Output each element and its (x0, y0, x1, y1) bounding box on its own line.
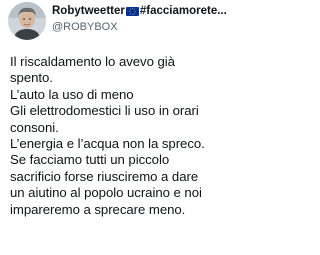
tweet-line: consoni. (10, 119, 59, 135)
avatar[interactable] (8, 2, 46, 40)
author-display-name[interactable]: Robytweetter (52, 4, 125, 19)
eu-flag-icon (125, 7, 139, 16)
tweet-line: impareremo a sprecare meno. (10, 201, 186, 217)
tweet-header: Robytweetter #facciamorete... @ROBYBOX (52, 4, 248, 35)
author-handle[interactable]: @ROBYBOX (52, 20, 248, 35)
tweet-line: L’auto la uso di meno (10, 86, 134, 102)
tweet-line: Se facciamo tutti un piccolo (10, 152, 170, 168)
tweet-line: un aiutino al popolo ucraino e noi (10, 185, 202, 201)
tweet: Robytweetter #facciamorete... @ROBYBOX I… (0, 0, 250, 255)
tweet-line: L’energia e l’acqua non la spreco. (10, 136, 205, 152)
author-name-row[interactable]: Robytweetter #facciamorete... (52, 4, 248, 19)
tweet-line: spento. (10, 70, 53, 86)
tweet-line: Il riscaldamento lo avevo già (10, 54, 175, 69)
tweet-line: Gli elettrodomestici li uso in orari (10, 103, 199, 119)
author-name-hashtag[interactable]: #facciamorete... (140, 4, 227, 19)
tweet-text: Il riscaldamento lo avevo già spento. L’… (10, 54, 246, 218)
user-avatar-photo-icon (8, 2, 46, 40)
tweet-line: sacrificio forse riusciremo a dare (10, 168, 199, 184)
